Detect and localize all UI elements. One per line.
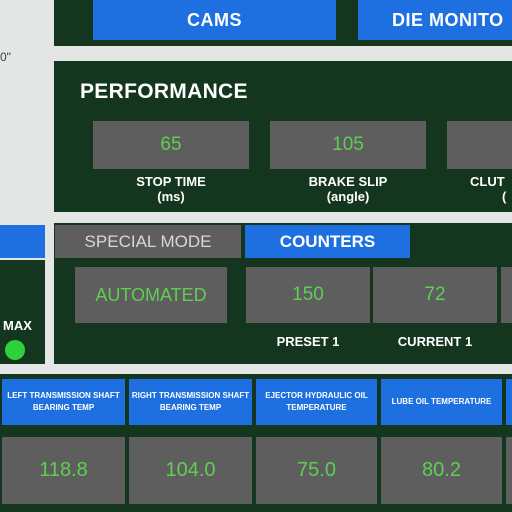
left-quote-text: 0" [0,50,11,64]
left-transmission-temp-value: 118.8 [2,437,125,504]
stop-time-label-text: STOP TIME [136,174,206,189]
preset-1-value: 150 [246,267,370,323]
performance-title: PERFORMANCE [80,80,248,103]
temp-value-partial [506,437,512,504]
mode-value-box: AUTOMATED [75,267,227,323]
clutch-label-text: CLUT [470,174,505,189]
brake-slip-label-text: BRAKE SLIP [308,174,388,189]
stop-time-value: 65 [93,121,249,169]
clutch-value [447,121,512,169]
die-monitor-button[interactable]: DIE MONITO [358,0,512,40]
counter-partial-box [501,267,512,323]
stop-time-label: STOP TIME (ms) [93,174,249,204]
tab-counters[interactable]: COUNTERS [245,225,410,258]
cams-button[interactable]: CAMS [93,0,336,40]
tab-special-mode[interactable]: SPECIAL MODE [55,225,241,258]
current-1-label: CURRENT 1 [397,334,473,349]
stop-time-unit: (ms) [157,189,185,204]
max-label: MAX [3,318,32,333]
preset-1-label: PRESET 1 [276,334,340,349]
brake-slip-unit: (angle) [326,189,370,204]
clutch-unit: ( [502,189,507,204]
lube-oil-temp-header: LUBE OIL TEMPERATURE [381,379,502,425]
current-1-value: 72 [373,267,497,323]
temp-header-partial [506,379,512,425]
left-transmission-temp-header: LEFT TRANSMISSION SHAFT BEARING TEMP [2,379,125,425]
ejector-hydraulic-oil-temp-header: EJECTOR HYDRAULIC OIL TEMPERATURE [256,379,377,425]
status-indicator-light [5,340,25,360]
lube-oil-temp-value: 80.2 [381,437,502,504]
ejector-hydraulic-oil-temp-value: 75.0 [256,437,377,504]
brake-slip-value: 105 [270,121,426,169]
left-partial-blue-button[interactable] [0,225,45,258]
right-transmission-temp-header: RIGHT TRANSMISSION SHAFT BEARING TEMP [129,379,252,425]
right-transmission-temp-value: 104.0 [129,437,252,504]
brake-slip-label: BRAKE SLIP (angle) [270,174,426,204]
clutch-label: CLUT ( [470,174,512,204]
